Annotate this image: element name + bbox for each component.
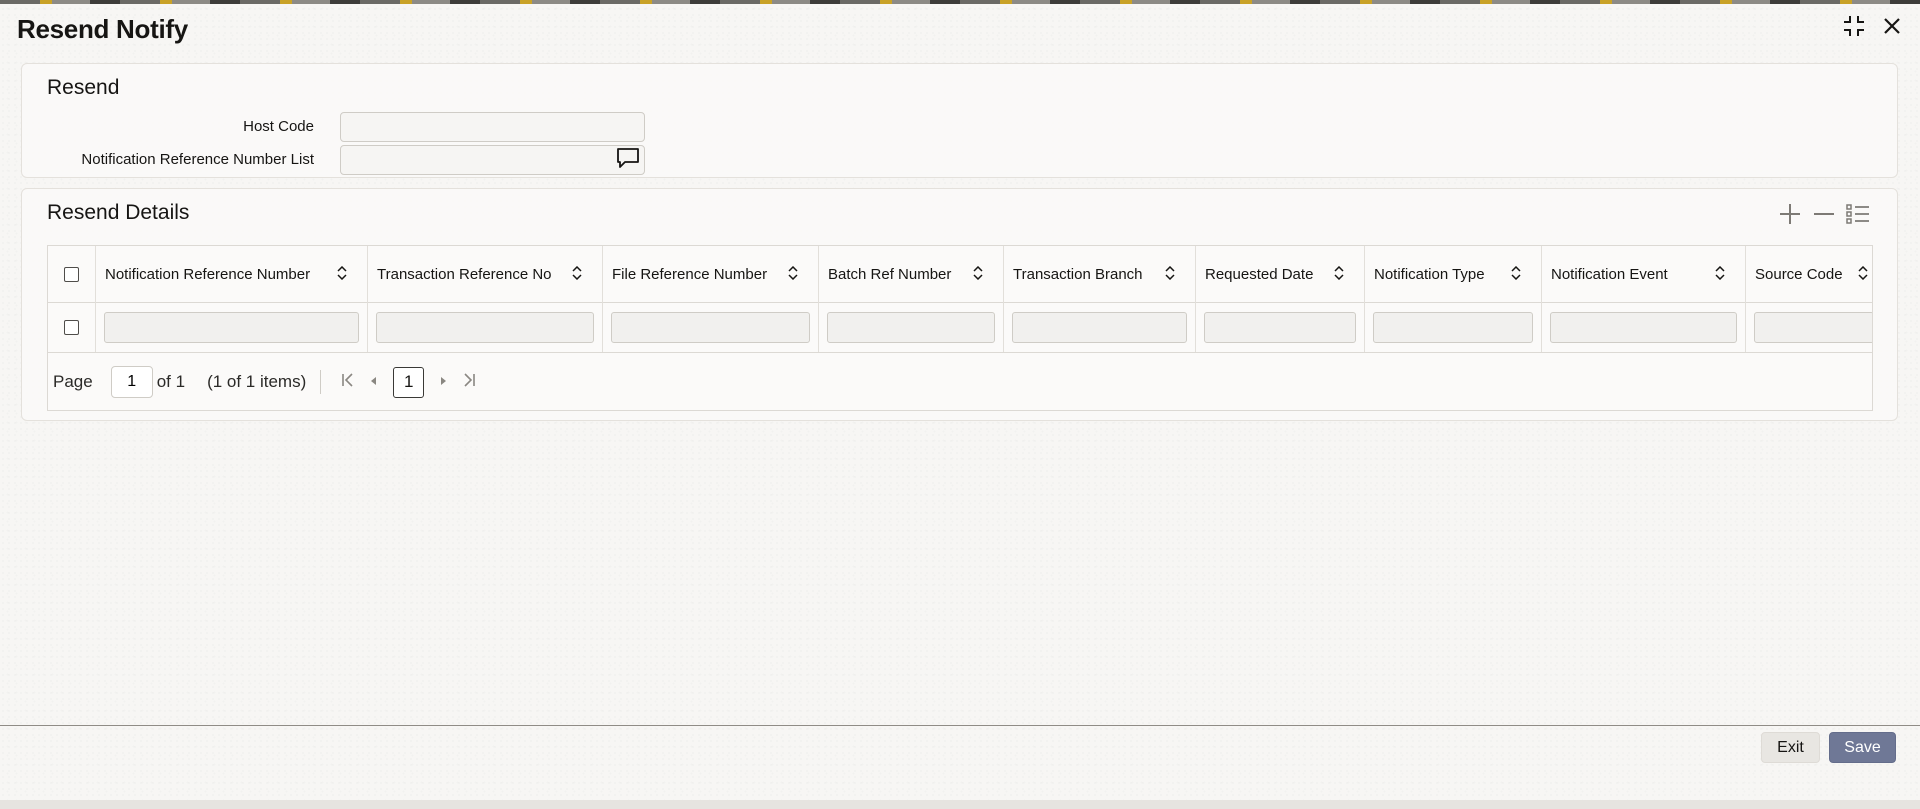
cell-requested-date — [1196, 302, 1365, 352]
comment-icon — [616, 147, 640, 174]
cell-source-code — [1746, 302, 1872, 352]
cell-transaction-branch — [1004, 302, 1196, 352]
next-page-button[interactable] — [430, 369, 456, 395]
next-page-icon — [437, 372, 449, 392]
last-page-button[interactable] — [456, 369, 482, 395]
column-header-label: Transaction Reference No — [377, 265, 552, 283]
grid-toolbar — [1777, 203, 1871, 229]
sort-icon — [1858, 265, 1868, 284]
top-banner-strip — [0, 0, 1920, 4]
single-record-view-icon — [1846, 203, 1870, 230]
bottom-status-bar — [0, 800, 1920, 809]
sort-icon — [973, 265, 983, 284]
sort-icon — [572, 265, 582, 284]
window-controls — [1842, 15, 1904, 42]
column-header-label: Requested Date — [1205, 265, 1314, 283]
notification-ref-list-input[interactable] — [340, 145, 645, 175]
select-all-checkbox[interactable] — [64, 266, 79, 282]
row-select-checkbox[interactable] — [64, 319, 79, 335]
resend-details-table: Notification Reference Number Transactio… — [47, 245, 1873, 411]
select-all-cell — [48, 246, 96, 302]
notification-event-input[interactable] — [1550, 311, 1737, 343]
cell-notification-event — [1542, 302, 1746, 352]
cell-notification-type — [1365, 302, 1542, 352]
page-count-label: of 1 — [156, 372, 186, 391]
page-number-input[interactable] — [110, 366, 153, 398]
cell-notification-reference-number — [96, 302, 368, 352]
pager-divider — [320, 370, 322, 394]
close-icon — [1883, 17, 1901, 40]
host-code-input[interactable] — [340, 112, 645, 142]
host-code-label: Host Code — [243, 118, 314, 135]
pagination-bar: Page of 1 (1 of 1 items) 1 — [48, 353, 1872, 410]
notification-ref-list-lov-button[interactable] — [614, 147, 642, 173]
notification-ref-list-label: Notification Reference Number List — [81, 151, 314, 168]
sort-icon — [337, 265, 347, 284]
column-header-transaction-branch[interactable]: Transaction Branch — [1004, 246, 1196, 302]
table-row — [48, 302, 1872, 353]
column-header-label: Notification Reference Number — [105, 265, 311, 283]
transaction-reference-no-input[interactable] — [376, 311, 594, 343]
cell-file-reference-number — [603, 302, 819, 352]
column-header-label: Source Code — [1755, 265, 1843, 283]
notification-type-input[interactable] — [1373, 311, 1533, 343]
batch-ref-number-input[interactable] — [827, 311, 995, 343]
previous-page-button[interactable] — [361, 369, 387, 395]
delete-row-button[interactable] — [1811, 203, 1837, 229]
resend-panel: Resend Host Code Notification Reference … — [21, 63, 1898, 178]
single-record-view-button[interactable] — [1845, 203, 1871, 229]
file-reference-number-input[interactable] — [611, 311, 810, 343]
footer-divider — [0, 725, 1920, 726]
page-label: Page — [53, 372, 93, 391]
column-header-label: Transaction Branch — [1013, 265, 1143, 283]
column-header-requested-date[interactable]: Requested Date — [1196, 246, 1365, 302]
close-window-button[interactable] — [1880, 16, 1904, 40]
exit-button[interactable]: Exit — [1761, 732, 1820, 763]
column-header-notification-event[interactable]: Notification Event — [1542, 246, 1746, 302]
column-header-batch-ref-number[interactable]: Batch Ref Number — [819, 246, 1004, 302]
row-select-cell — [48, 302, 96, 352]
transaction-branch-input[interactable] — [1012, 311, 1187, 343]
sort-icon — [1334, 265, 1344, 284]
table-header-row: Notification Reference Number Transactio… — [48, 246, 1872, 303]
resend-details-title: Resend Details — [47, 201, 190, 224]
resend-section-title: Resend — [47, 76, 120, 99]
sort-icon — [1165, 265, 1175, 284]
delete-row-icon — [1813, 203, 1835, 230]
column-header-label: Notification Type — [1374, 265, 1485, 283]
minimize-window-icon — [1843, 15, 1865, 42]
minimize-window-button[interactable] — [1842, 15, 1866, 42]
add-row-icon — [1779, 203, 1801, 230]
sort-icon — [788, 265, 798, 284]
resend-details-panel: Resend Details Notification Reference Nu… — [21, 188, 1898, 421]
last-page-icon — [461, 372, 477, 393]
first-page-button[interactable] — [335, 369, 361, 395]
column-header-source-code[interactable]: Source Code — [1746, 246, 1872, 302]
column-header-label: Batch Ref Number — [828, 265, 952, 283]
cell-batch-ref-number — [819, 302, 1004, 352]
previous-page-icon — [368, 372, 380, 392]
column-header-label: Notification Event — [1551, 265, 1668, 283]
cell-transaction-reference-no — [368, 302, 603, 352]
sort-icon — [1715, 265, 1725, 284]
source-code-input[interactable] — [1754, 311, 1872, 343]
items-count-label: (1 of 1 items) — [207, 372, 307, 391]
requested-date-input[interactable] — [1204, 311, 1356, 343]
page-1-button[interactable]: 1 — [393, 366, 425, 398]
add-row-button[interactable] — [1777, 203, 1803, 229]
column-header-notification-type[interactable]: Notification Type — [1365, 246, 1542, 302]
first-page-icon — [340, 372, 356, 393]
column-header-notification-reference-number[interactable]: Notification Reference Number — [96, 246, 368, 302]
notification-reference-number-input[interactable] — [104, 311, 359, 343]
save-button[interactable]: Save — [1829, 732, 1896, 763]
column-header-file-reference-number[interactable]: File Reference Number — [603, 246, 819, 302]
column-header-label: File Reference Number — [612, 265, 768, 283]
window-title: Resend Notify — [17, 14, 188, 44]
column-header-transaction-reference-no[interactable]: Transaction Reference No — [368, 246, 603, 302]
sort-icon — [1511, 265, 1521, 284]
